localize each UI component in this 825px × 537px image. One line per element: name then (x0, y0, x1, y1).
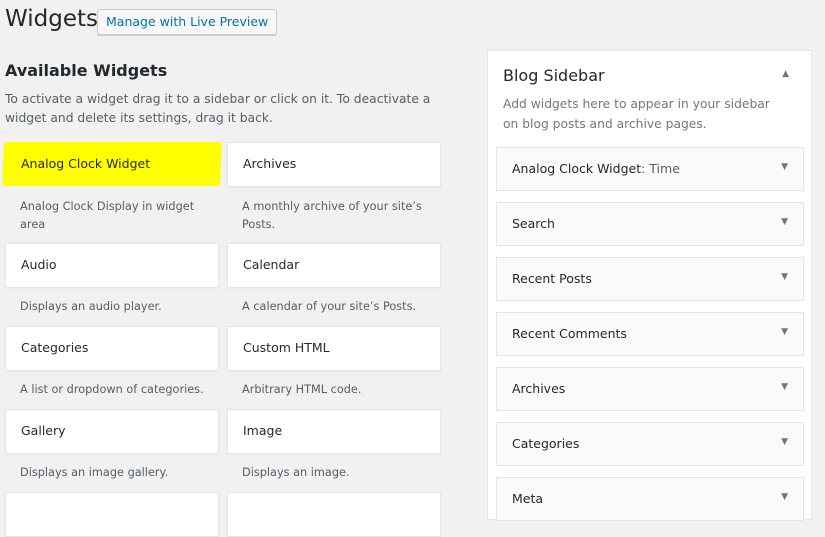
triangle-down-icon[interactable]: ▼ (781, 492, 788, 502)
sidebar-widget-recent-comments[interactable]: Recent Comments ▼ (496, 312, 804, 356)
widget-description: A monthly archive of your site’s Posts. (242, 200, 422, 231)
widget-description: A calendar of your site’s Posts. (242, 300, 417, 313)
widget-description: Displays an image. (242, 466, 350, 479)
sidebar-widget-title: Meta (512, 491, 544, 506)
available-widgets-description: To activate a widget drag it to a sideba… (5, 92, 431, 125)
sidebar-widget-title: Recent Comments (512, 326, 627, 341)
widget-description: Displays an image gallery. (20, 466, 169, 479)
widget-description: Arbitrary HTML code. (242, 383, 362, 396)
widget-calendar[interactable]: Calendar (227, 243, 441, 288)
widget-archives[interactable]: Archives (227, 142, 441, 187)
widget-categories[interactable]: Categories (5, 326, 219, 371)
triangle-down-icon[interactable]: ▼ (781, 382, 788, 392)
widget-description: Analog Clock Display in widget area (20, 200, 195, 231)
sidebar-widget-subtitle: : Time (641, 161, 680, 176)
triangle-down-icon[interactable]: ▼ (781, 162, 788, 172)
sidebar-widget-title: Analog Clock Widget: Time (512, 161, 680, 176)
sidebar-title[interactable]: Blog Sidebar (503, 66, 605, 85)
sidebar-widget-title: Categories (512, 436, 580, 451)
sidebar-widget-recent-posts[interactable]: Recent Posts ▼ (496, 257, 804, 301)
widget-name: Analog Clock Widget (21, 156, 151, 171)
widget-name: Audio (21, 257, 57, 272)
widget-name: Image (243, 423, 283, 438)
sidebar-widget-meta[interactable]: Meta ▼ (496, 477, 804, 521)
sidebar-widget-analog-clock[interactable]: Analog Clock Widget: Time ▼ (496, 147, 804, 191)
triangle-up-icon[interactable]: ▲ (782, 69, 789, 79)
triangle-down-icon[interactable]: ▼ (781, 437, 788, 447)
widget-description: A list or dropdown of categories. (20, 383, 204, 396)
widget-audio[interactable]: Audio (5, 243, 219, 288)
sidebar-widget-title: Search (512, 216, 555, 231)
sidebar-widget-search[interactable]: Search ▼ (496, 202, 804, 246)
triangle-down-icon[interactable]: ▼ (781, 217, 788, 227)
manage-live-preview-button[interactable]: Manage with Live Preview (97, 9, 278, 35)
sidebar-widget-title: Recent Posts (512, 271, 592, 286)
widget-next[interactable] (227, 492, 441, 537)
available-widgets-heading: Available Widgets (5, 61, 168, 80)
widget-next[interactable] (5, 492, 219, 537)
widget-gallery[interactable]: Gallery (5, 409, 219, 454)
widget-name: Archives (243, 156, 297, 171)
sidebar-description: Add widgets here to appear in your sideb… (503, 97, 770, 131)
triangle-down-icon[interactable]: ▼ (781, 327, 788, 337)
widget-custom-html[interactable]: Custom HTML (227, 326, 441, 371)
widget-name: Gallery (21, 423, 66, 438)
page-title: Widgets (5, 6, 98, 32)
sidebar-widget-archives[interactable]: Archives ▼ (496, 367, 804, 411)
widget-description: Displays an audio player. (20, 300, 162, 313)
widget-analog-clock[interactable]: Analog Clock Widget (5, 142, 219, 187)
widget-name: Categories (21, 340, 89, 355)
sidebar-widget-categories[interactable]: Categories ▼ (496, 422, 804, 466)
sidebar-widget-title: Archives (512, 381, 566, 396)
widget-name: Calendar (243, 257, 300, 272)
triangle-down-icon[interactable]: ▼ (781, 272, 788, 282)
widget-image[interactable]: Image (227, 409, 441, 454)
widget-name: Custom HTML (243, 340, 330, 355)
